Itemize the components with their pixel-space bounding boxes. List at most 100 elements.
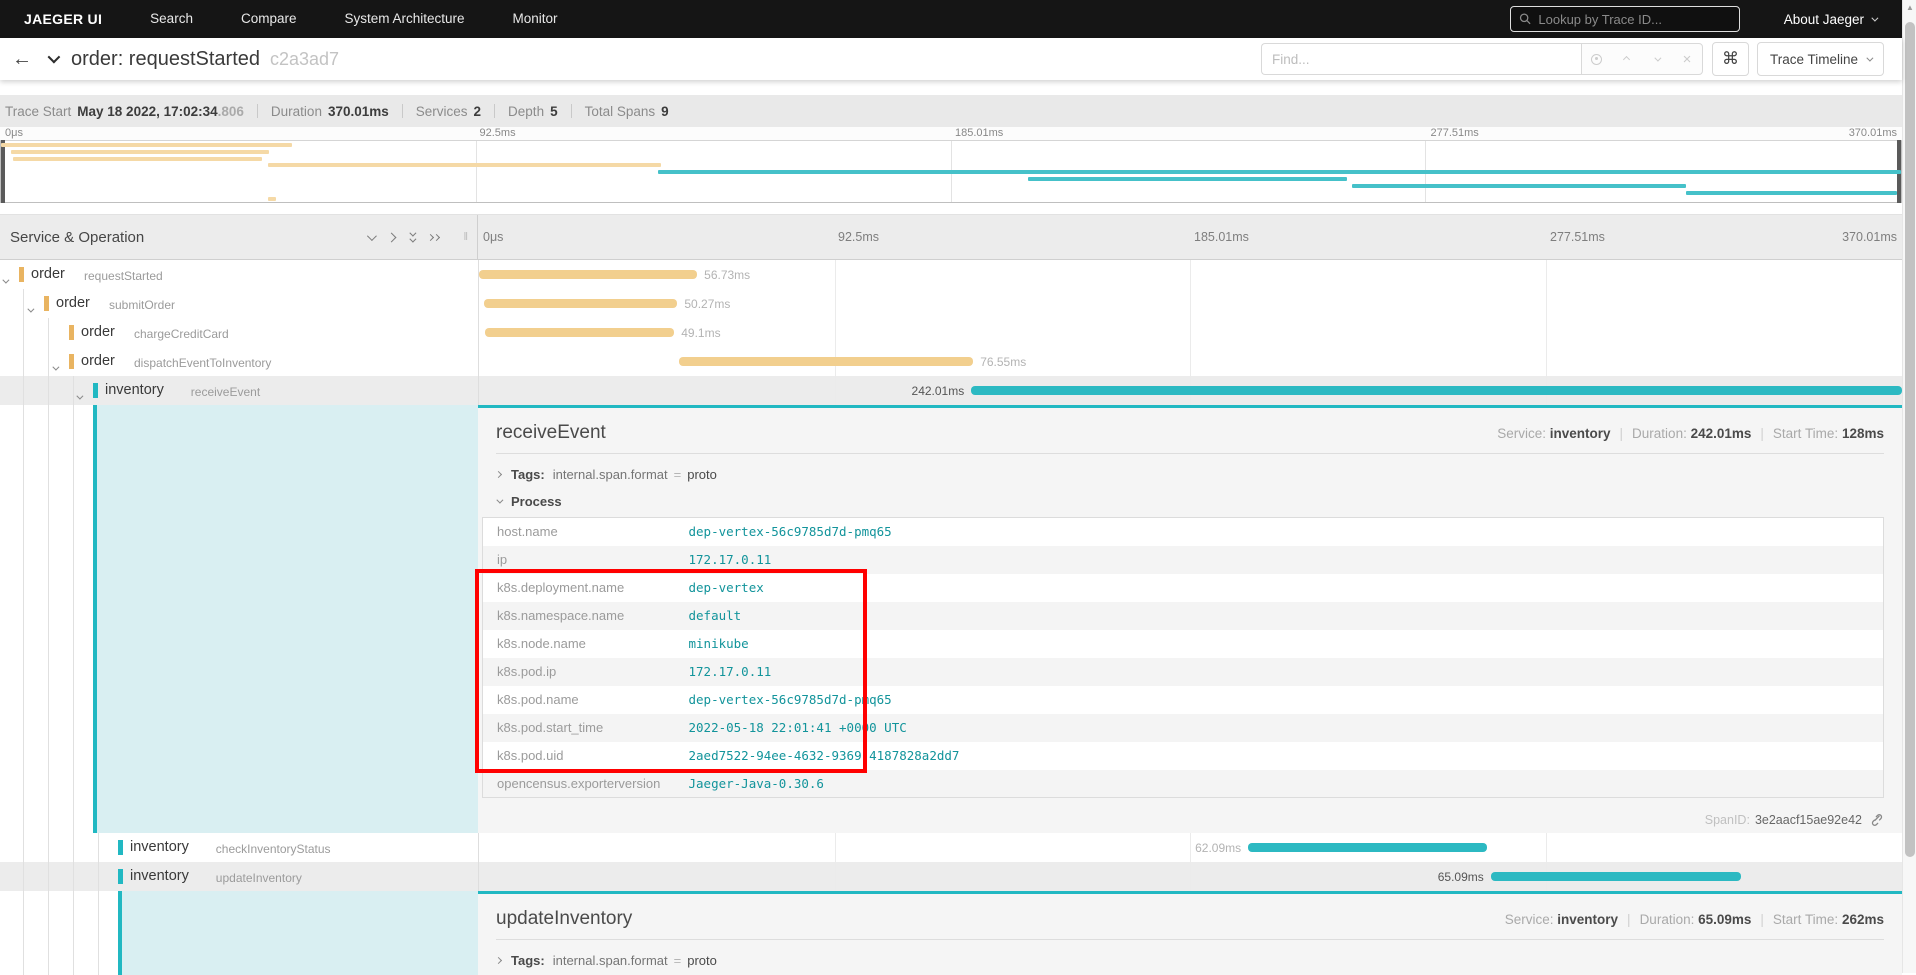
process-kv-row[interactable]: k8s.pod.uid2aed7522-94ee-4632-9369-41878…: [483, 742, 1884, 770]
process-value: minikube: [675, 630, 1884, 658]
minimap-span-bar: [11, 150, 269, 154]
span-duration-bar[interactable]: [479, 270, 697, 279]
span-row-updateInventory[interactable]: inventoryupdateInventory65.09ms: [0, 862, 1902, 891]
span-detail-info: Service: inventory|Duration: 65.09ms|Sta…: [1505, 912, 1884, 927]
axis-tick: 92.5ms: [838, 230, 879, 244]
column-resizer-handle[interactable]: ‖: [463, 231, 469, 243]
chevron-right-icon: [495, 471, 502, 478]
indent-guide: [73, 376, 74, 405]
span-duration-label: 49.1ms: [681, 326, 720, 340]
span-row-chargeCreditCard[interactable]: orderchargeCreditCard49.1ms: [0, 318, 1902, 347]
collapse-children-chevron-icon[interactable]: [76, 387, 81, 405]
operation-name: updateInventory: [216, 871, 302, 885]
minimap-span-bar: [268, 197, 276, 201]
find-input[interactable]: [1261, 43, 1581, 75]
clear-find-button[interactable]: ×: [1672, 52, 1702, 67]
nav-item-monitor[interactable]: Monitor: [513, 11, 558, 26]
process-row[interactable]: Process: [496, 494, 1884, 509]
process-kv-row[interactable]: k8s.pod.start_time2022-05-18 22:01:41 +0…: [483, 714, 1884, 742]
process-kv-row[interactable]: k8s.pod.namedep-vertex-56c9785d7d-pmq65: [483, 686, 1884, 714]
axis-tick: 185.01ms: [1194, 230, 1249, 244]
span-duration-bar[interactable]: [679, 357, 973, 366]
nav-item-compare[interactable]: Compare: [241, 11, 297, 26]
service-name: inventory: [130, 868, 189, 884]
process-key: k8s.pod.ip: [483, 658, 675, 686]
trace-summary-bar: Trace StartMay 18 2022, 17:02:34.806Dura…: [0, 95, 1902, 127]
span-duration-bar[interactable]: [484, 299, 677, 308]
minimap-span-bar: [1352, 184, 1686, 188]
span-row-checkInventoryStatus[interactable]: inventorycheckInventoryStatus62.09ms: [0, 833, 1902, 862]
service-name: order: [81, 353, 115, 369]
span-duration-bar[interactable]: [485, 328, 674, 337]
minimap-canvas[interactable]: [0, 140, 1902, 203]
collapse-children-chevron-icon[interactable]: [2, 271, 7, 289]
trace-lookup-box[interactable]: [1510, 6, 1740, 32]
app-brand[interactable]: JAEGER UI: [24, 11, 102, 27]
process-kv-row[interactable]: host.namedep-vertex-56c9785d7d-pmq65: [483, 518, 1884, 546]
span-duration-bar[interactable]: [1491, 872, 1741, 881]
nav-item-system-architecture[interactable]: System Architecture: [344, 11, 464, 26]
indent-guide: [73, 862, 74, 891]
trace-view-dropdown[interactable]: Trace Timeline: [1757, 42, 1884, 76]
expand-all-icon[interactable]: [428, 235, 439, 240]
span-row-dispatchEventToInventory[interactable]: orderdispatchEventToInventory76.55ms: [0, 347, 1902, 376]
nav-item-search[interactable]: Search: [150, 11, 193, 26]
span-row-submitOrder[interactable]: ordersubmitOrder50.27ms: [0, 289, 1902, 318]
vertical-scrollbar[interactable]: ▲: [1902, 0, 1916, 973]
summary-total-spans: Total Spans9: [585, 104, 669, 119]
trace-lookup-input[interactable]: [1538, 12, 1730, 27]
process-key: k8s.deployment.name: [483, 574, 675, 602]
service-color-swatch: [118, 869, 123, 884]
process-key: host.name: [483, 518, 675, 546]
match-scope-icon[interactable]: [1582, 54, 1612, 65]
scroll-up-icon[interactable]: ▲: [1903, 3, 1916, 12]
collapse-trace-chevron-icon[interactable]: [48, 50, 57, 68]
collapse-all-icon[interactable]: [409, 232, 414, 243]
expand-one-icon[interactable]: [388, 234, 395, 241]
scrollbar-thumb[interactable]: [1905, 22, 1915, 857]
span-duration-bar[interactable]: [1248, 843, 1487, 852]
indent-guide: [48, 347, 49, 376]
tags-row[interactable]: Tags: internal.span.format=proto: [496, 467, 1884, 482]
indent-guide: [23, 376, 24, 405]
trace-title: order: requestStarted: [71, 48, 260, 71]
span-duration-label: 76.55ms: [980, 355, 1026, 369]
process-kv-row[interactable]: k8s.pod.ip172.17.0.11: [483, 658, 1884, 686]
about-jaeger-menu[interactable]: About Jaeger: [1784, 12, 1876, 27]
axis-tick: 370.01ms: [1842, 230, 1897, 244]
keyboard-shortcuts-button[interactable]: ⌘: [1712, 42, 1749, 76]
indent-guide: [48, 833, 49, 862]
timeline-axis-header: 0μs92.5ms185.01ms277.51ms370.01ms: [478, 215, 1902, 259]
span-detail-title: receiveEvent: [496, 422, 606, 444]
span-duration-label: 62.09ms: [1195, 841, 1241, 855]
span-detail-info: Service: inventory|Duration: 242.01ms|St…: [1497, 426, 1884, 441]
link-icon[interactable]: [1870, 813, 1884, 827]
span-duration-bar[interactable]: [971, 386, 1902, 395]
service-color-swatch: [69, 354, 74, 369]
service-name: inventory: [105, 382, 164, 398]
process-key: k8s.pod.start_time: [483, 714, 675, 742]
indent-guide: [98, 862, 99, 891]
viewport-drag-handle-left[interactable]: [1, 140, 5, 203]
next-match-button[interactable]: [1642, 57, 1672, 62]
process-kv-row[interactable]: ip172.17.0.11: [483, 546, 1884, 574]
process-kv-row[interactable]: k8s.node.nameminikube: [483, 630, 1884, 658]
collapse-one-icon[interactable]: [367, 234, 374, 241]
process-kv-row[interactable]: k8s.namespace.namedefault: [483, 602, 1884, 630]
span-duration-label: 242.01ms: [912, 384, 965, 398]
span-row-receiveEvent[interactable]: inventoryreceiveEvent242.01ms: [0, 376, 1902, 405]
minimap-span-bar: [268, 163, 661, 167]
indent-guide: [23, 347, 24, 376]
span-row-requestStarted[interactable]: orderrequestStarted56.73ms: [0, 260, 1902, 289]
span-grid-header: Service & Operation ‖ 0μs92.5ms185.01ms2…: [0, 214, 1902, 260]
indent-guide: [23, 289, 24, 318]
process-kv-row[interactable]: k8s.deployment.namedep-vertex: [483, 574, 1884, 602]
collapse-children-chevron-icon[interactable]: [27, 300, 32, 318]
prev-match-button[interactable]: [1612, 57, 1642, 62]
nav-menu: Search Compare System Architecture Monitor: [102, 10, 557, 28]
tags-row[interactable]: Tags: internal.span.format=proto: [496, 953, 1884, 968]
process-kv-row[interactable]: opencensus.exporterversionJaeger-Java-0.…: [483, 770, 1884, 798]
back-button[interactable]: ←: [12, 48, 32, 71]
collapse-children-chevron-icon[interactable]: [52, 358, 57, 376]
process-key: ip: [483, 546, 675, 574]
